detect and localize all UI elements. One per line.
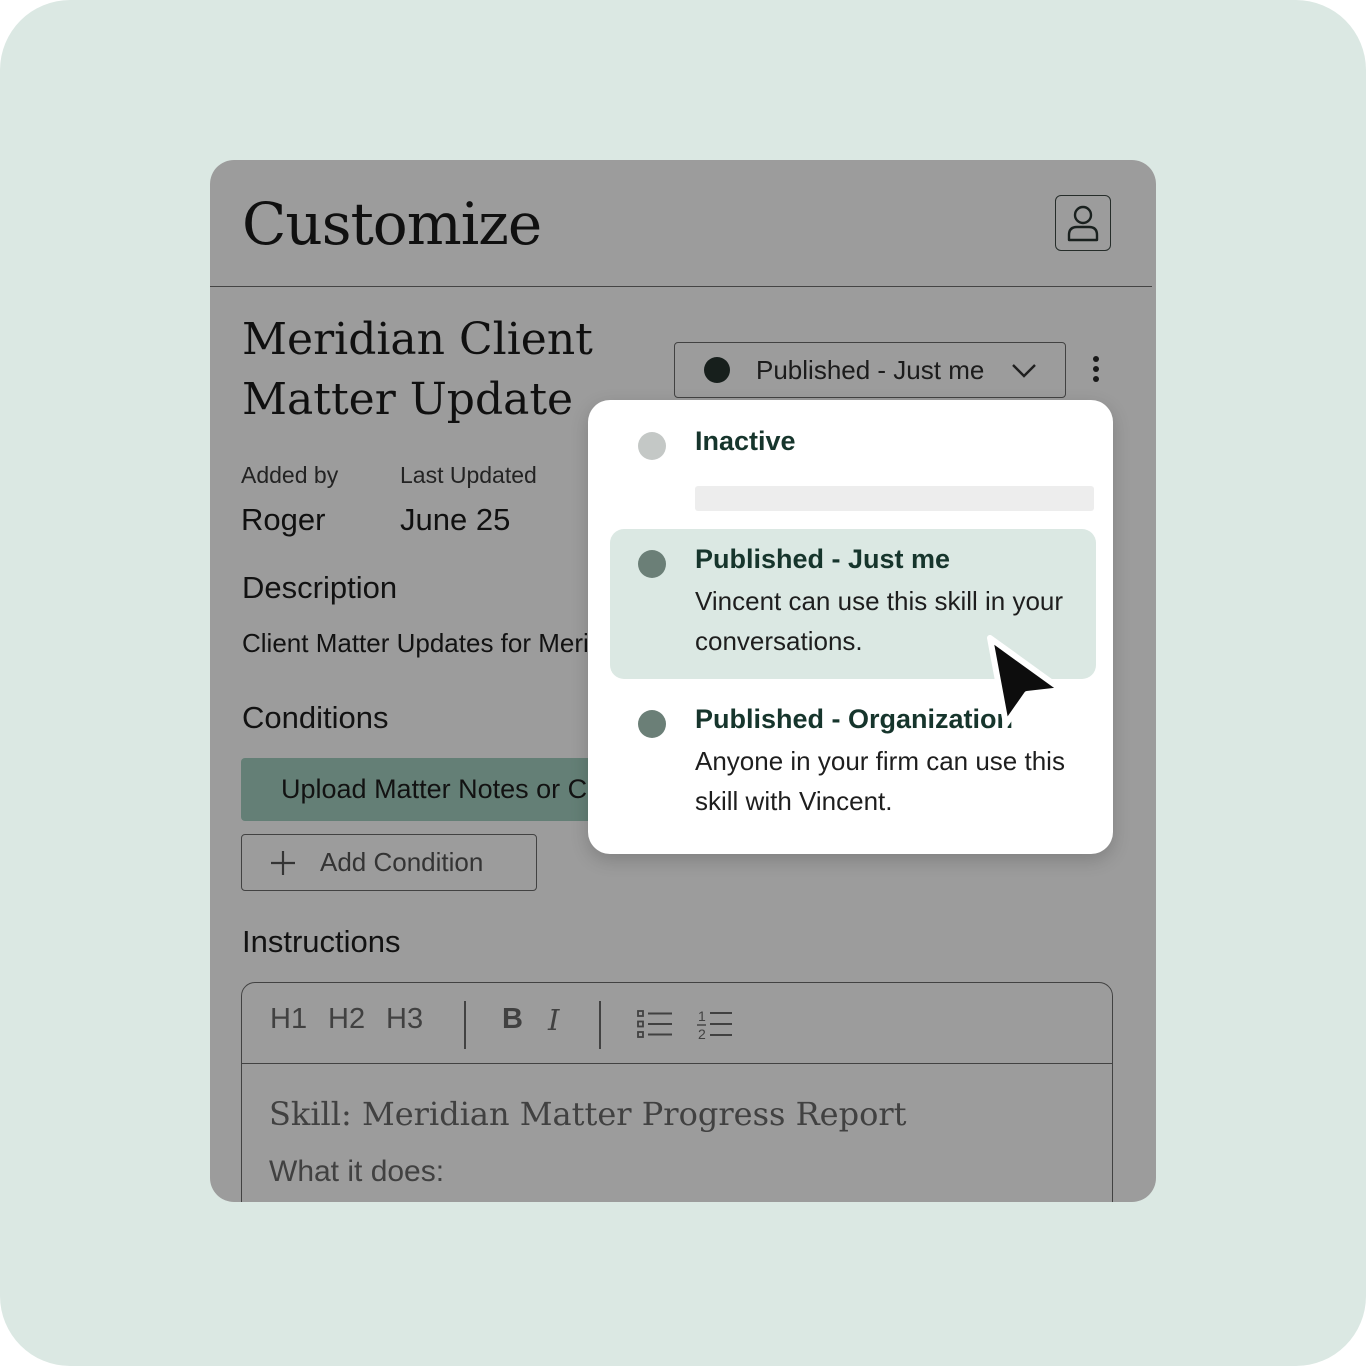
status-dot — [638, 550, 666, 578]
status-option-inactive[interactable]: Inactive — [610, 412, 1096, 512]
background-frame: Customize Meridian Client Matter Update … — [0, 0, 1366, 1366]
option-title: Published - Just me — [695, 544, 951, 574]
status-dot — [638, 710, 666, 738]
option-title: Published - Organization — [695, 704, 1014, 734]
mouse-cursor-icon — [987, 635, 1065, 727]
status-menu: Inactive Published - Just me Vincent can… — [588, 400, 1113, 854]
status-dot — [638, 432, 666, 460]
option-description: Anyone in your firm can use this skill w… — [695, 746, 1065, 816]
option-title: Inactive — [695, 426, 796, 456]
option-description-placeholder — [695, 486, 1094, 511]
